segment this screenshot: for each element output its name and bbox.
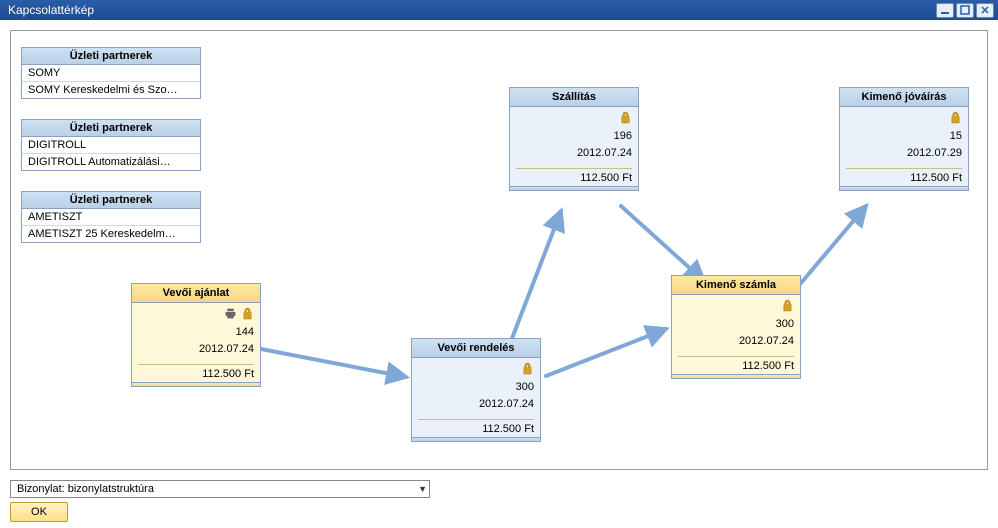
doc-number: 300: [678, 316, 794, 333]
printer-icon: [224, 307, 237, 320]
partner-card-header: Üzleti partnerek: [22, 192, 200, 209]
partner-card[interactable]: Üzleti partnerek SOMY SOMY Kereskedelmi …: [21, 47, 201, 99]
partner-name: DIGITROLL Automatizálási…: [22, 154, 200, 170]
partner-card-header: Üzleti partnerek: [22, 48, 200, 65]
doc-date: 2012.07.24: [418, 396, 534, 413]
lock-icon: [781, 299, 794, 312]
doc-number: 15: [846, 128, 962, 145]
doc-title: Vevői rendelés: [411, 338, 541, 358]
close-button[interactable]: [976, 3, 994, 18]
partner-card-header: Üzleti partnerek: [22, 120, 200, 137]
ok-button[interactable]: OK: [10, 502, 68, 522]
doc-date: 2012.07.24: [516, 145, 632, 162]
minimize-button[interactable]: [936, 3, 954, 18]
partner-card[interactable]: Üzleti partnerek AMETISZT AMETISZT 25 Ke…: [21, 191, 201, 243]
doc-date: 2012.07.29: [846, 145, 962, 162]
relationship-map-canvas: Üzleti partnerek SOMY SOMY Kereskedelmi …: [10, 30, 988, 470]
view-mode-select[interactable]: Bizonylat: bizonylatstruktúra ▼: [10, 480, 430, 498]
doc-total: 112.500 Ft: [516, 168, 632, 184]
window-controls: [936, 3, 994, 18]
partner-card[interactable]: Üzleti partnerek DIGITROLL DIGITROLL Aut…: [21, 119, 201, 171]
doc-title: Szállítás: [509, 87, 639, 107]
view-mode-value: Bizonylat: bizonylatstruktúra: [17, 483, 154, 495]
window-title: Kapcsolattérkép: [8, 3, 936, 17]
doc-number: 300: [418, 379, 534, 396]
doc-card-order[interactable]: Vevői rendelés 300 2012.07.24 112.500 Ft: [411, 338, 541, 442]
doc-card-offer[interactable]: Vevői ajánlat 144 2012.07.24 112.500 Ft: [131, 283, 261, 387]
lock-icon: [949, 111, 962, 124]
partner-code: DIGITROLL: [22, 137, 200, 154]
bottom-bar: Bizonylat: bizonylatstruktúra ▼ OK: [0, 480, 998, 528]
doc-date: 2012.07.24: [678, 333, 794, 350]
doc-title: Vevői ajánlat: [131, 283, 261, 303]
doc-card-credit[interactable]: Kimenő jóváírás 15 2012.07.29 112.500 Ft: [839, 87, 969, 191]
maximize-button[interactable]: [956, 3, 974, 18]
doc-total: 112.500 Ft: [846, 168, 962, 184]
doc-number: 144: [138, 324, 254, 341]
window-titlebar: Kapcsolattérkép: [0, 0, 998, 20]
doc-card-invoice[interactable]: Kimenő számla 300 2012.07.24 112.500 Ft: [671, 275, 801, 379]
chevron-down-icon: ▼: [418, 484, 427, 494]
doc-card-delivery[interactable]: Szállítás 196 2012.07.24 112.500 Ft: [509, 87, 639, 191]
lock-icon: [521, 362, 534, 375]
doc-total: 112.500 Ft: [678, 356, 794, 372]
doc-total: 112.500 Ft: [418, 419, 534, 435]
lock-icon: [241, 307, 254, 320]
partner-code: AMETISZT: [22, 209, 200, 226]
partner-name: AMETISZT 25 Kereskedelm…: [22, 226, 200, 242]
partner-code: SOMY: [22, 65, 200, 82]
doc-number: 196: [516, 128, 632, 145]
partner-name: SOMY Kereskedelmi és Szo…: [22, 82, 200, 98]
doc-total: 112.500 Ft: [138, 364, 254, 380]
doc-title: Kimenő jóváírás: [839, 87, 969, 107]
doc-title: Kimenő számla: [671, 275, 801, 295]
lock-icon: [619, 111, 632, 124]
doc-date: 2012.07.24: [138, 341, 254, 358]
